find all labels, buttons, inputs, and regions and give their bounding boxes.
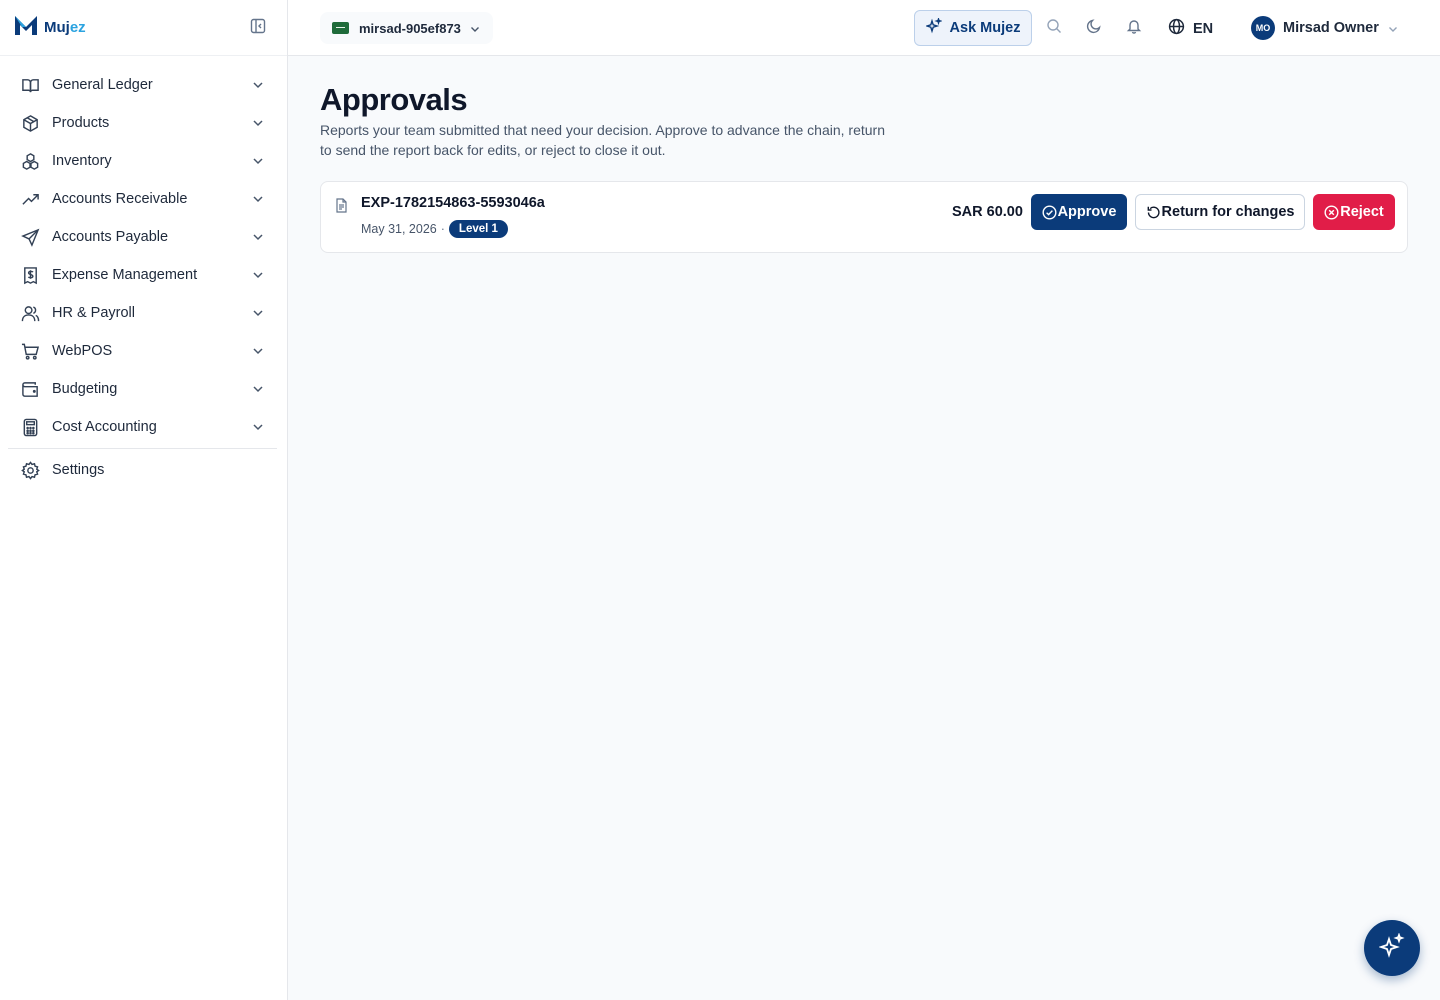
package-icon xyxy=(20,113,40,133)
report-meta: May 31, 2026 · Level 1 xyxy=(361,220,508,238)
chevron-down-icon xyxy=(251,230,265,244)
sidebar-item-general-ledger[interactable]: General Ledger xyxy=(0,66,287,104)
avatar: MO xyxy=(1251,16,1275,40)
sidebar-item-settings[interactable]: Settings xyxy=(0,451,287,489)
sparkles-icon xyxy=(1378,931,1405,964)
calculator-icon xyxy=(20,417,40,437)
chevron-down-icon xyxy=(1387,22,1399,34)
theme-toggle-button[interactable] xyxy=(1085,18,1103,39)
sidebar-item-label: Expense Management xyxy=(52,267,198,283)
reject-button[interactable]: Reject xyxy=(1313,194,1395,230)
chevron-down-icon xyxy=(251,192,265,206)
rotate-ccw-icon xyxy=(1146,205,1161,220)
page-description: Reports your team submitted that need yo… xyxy=(320,122,885,158)
receipt-dollar-icon xyxy=(20,265,40,285)
saudi-flag-icon xyxy=(332,22,349,34)
check-circle-icon xyxy=(1042,204,1057,220)
page-title: Approvals xyxy=(320,82,468,117)
sidebar-item-label: Settings xyxy=(52,462,105,478)
ai-assistant-fab[interactable] xyxy=(1364,920,1420,976)
gear-icon xyxy=(20,460,40,480)
moon-icon xyxy=(1086,18,1102,39)
sidebar-item-label: Inventory xyxy=(52,153,112,169)
user-name: Mirsad Owner xyxy=(1283,20,1379,36)
sidebar-item-accounts-payable[interactable]: Accounts Payable xyxy=(0,218,287,256)
sidebar-item-budgeting[interactable]: Budgeting xyxy=(0,370,287,408)
sidebar-item-webpos[interactable]: WebPOS xyxy=(0,332,287,370)
chevron-down-icon xyxy=(251,306,265,320)
chevron-down-icon xyxy=(251,154,265,168)
approval-card: EXP-1782154863-5593046a May 31, 2026 · L… xyxy=(320,181,1408,253)
reject-label: Reject xyxy=(1340,204,1384,220)
brand-logo[interactable]: Mujez xyxy=(14,14,86,41)
ask-mujez-label: Ask Mujez xyxy=(949,20,1021,36)
ask-mujez-button[interactable]: Ask Mujez xyxy=(914,10,1032,46)
sidebar-divider xyxy=(8,448,277,449)
sidebar-item-label: Budgeting xyxy=(52,381,118,397)
search-button[interactable] xyxy=(1045,18,1063,39)
topbar: mirsad-905ef873 Ask Mujez EN MO Mirsad O… xyxy=(288,0,1440,56)
chevron-down-icon xyxy=(469,22,481,34)
x-circle-icon xyxy=(1324,204,1339,220)
sidebar-item-cost-accounting[interactable]: Cost Accounting xyxy=(0,408,287,446)
globe-icon xyxy=(1168,18,1185,40)
sidebar-item-label: Cost Accounting xyxy=(52,419,157,435)
trending-up-icon xyxy=(20,189,40,209)
report-id[interactable]: EXP-1782154863-5593046a xyxy=(361,195,545,211)
bell-icon xyxy=(1126,18,1142,39)
approve-button[interactable]: Approve xyxy=(1031,194,1127,230)
search-icon xyxy=(1046,18,1062,39)
sidebar-item-products[interactable]: Products xyxy=(0,104,287,142)
sparkles-icon xyxy=(924,16,943,39)
chevron-down-icon xyxy=(251,420,265,434)
sidebar-item-inventory[interactable]: Inventory xyxy=(0,142,287,180)
sidebar-collapse-button[interactable] xyxy=(249,18,267,39)
organization-name: mirsad-905ef873 xyxy=(359,20,461,36)
sidebar-item-label: HR & Payroll xyxy=(52,305,135,321)
boxes-icon xyxy=(20,151,40,171)
approve-label: Approve xyxy=(1057,204,1117,220)
sidebar-item-hr-payroll[interactable]: HR & Payroll xyxy=(0,294,287,332)
send-icon xyxy=(20,227,40,247)
chevron-down-icon xyxy=(251,78,265,92)
brand-header: Mujez xyxy=(0,0,287,56)
sidebar-nav: General Ledger Products Inventory Accoun… xyxy=(0,56,287,489)
chevron-down-icon xyxy=(251,268,265,282)
file-text-icon xyxy=(334,198,349,213)
chevron-down-icon xyxy=(251,344,265,358)
report-date: May 31, 2026 xyxy=(361,222,437,236)
return-label: Return for changes xyxy=(1161,204,1295,220)
notifications-button[interactable] xyxy=(1125,19,1143,37)
mujez-logo-icon xyxy=(14,14,38,41)
report-amount: SAR 60.00 xyxy=(952,204,1023,220)
book-open-icon xyxy=(20,75,40,95)
sidebar: Mujez General Ledger Products Inventory … xyxy=(0,0,288,1000)
meta-separator: · xyxy=(440,222,445,236)
sidebar-item-label: Products xyxy=(52,115,110,131)
sidebar-item-expense-management[interactable]: Expense Management xyxy=(0,256,287,294)
brand-name: Mujez xyxy=(44,19,86,36)
language-selector[interactable]: EN xyxy=(1168,18,1213,40)
sidebar-item-label: General Ledger xyxy=(52,77,153,93)
organization-switcher[interactable]: mirsad-905ef873 xyxy=(320,12,493,44)
brand-name-part2: ez xyxy=(69,19,86,36)
brand-name-part1: Muj xyxy=(44,19,70,36)
sidebar-item-label: Accounts Receivable xyxy=(52,191,188,207)
users-icon xyxy=(20,303,40,323)
user-menu[interactable]: MO Mirsad Owner xyxy=(1251,16,1399,40)
approval-level-badge: Level 1 xyxy=(448,220,508,238)
main-content: Approvals Reports your team submitted th… xyxy=(320,56,1408,253)
wallet-icon xyxy=(20,379,40,399)
shopping-cart-icon xyxy=(20,341,40,361)
chevron-down-icon xyxy=(251,382,265,396)
chevron-down-icon xyxy=(251,116,265,130)
sidebar-item-accounts-receivable[interactable]: Accounts Receivable xyxy=(0,180,287,218)
sidebar-collapse-icon xyxy=(250,18,266,39)
sidebar-item-label: WebPOS xyxy=(52,343,113,359)
language-label: EN xyxy=(1193,21,1214,37)
sidebar-item-label: Accounts Payable xyxy=(52,229,169,245)
return-for-changes-button[interactable]: Return for changes xyxy=(1135,194,1305,230)
